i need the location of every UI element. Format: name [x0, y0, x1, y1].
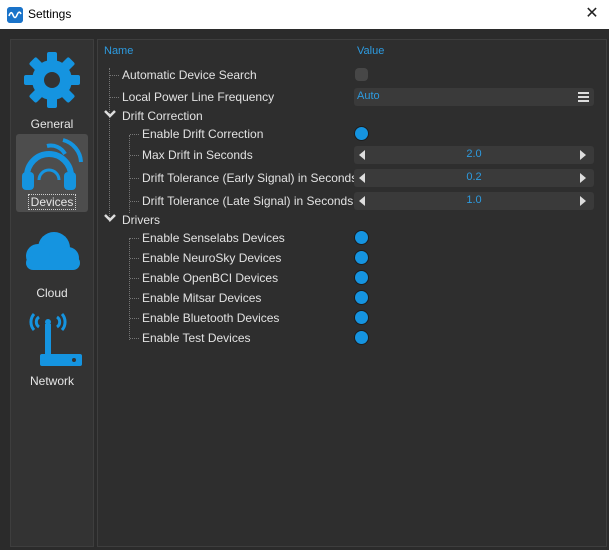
setting-label: Automatic Device Search	[122, 68, 257, 82]
setting-row-bluetooth[interactable]: Enable Bluetooth Devices	[98, 308, 606, 328]
setting-label: Enable Bluetooth Devices	[142, 311, 280, 325]
sidebar-item-cloud[interactable]: Cloud	[16, 226, 88, 306]
chevron-down-icon[interactable]	[103, 211, 117, 225]
tree-branch-line	[130, 318, 139, 319]
settings-content: General Devices Cloud Network Name Value…	[0, 29, 609, 550]
sidebar-item-network[interactable]: Network	[16, 310, 88, 394]
enable-neurosky-checkbox[interactable]	[355, 251, 368, 264]
settings-sidebar: General Devices Cloud Network	[10, 39, 94, 547]
setting-label: Local Power Line Frequency	[122, 90, 275, 104]
cloud-icon	[26, 232, 80, 270]
group-label: Drivers	[122, 213, 160, 227]
sidebar-item-devices[interactable]: Devices	[16, 134, 88, 212]
sidebar-item-label: General	[30, 117, 74, 131]
column-header-value[interactable]: Value	[357, 45, 384, 57]
setting-label: Enable Mitsar Devices	[142, 291, 262, 305]
close-icon: ✕	[585, 5, 599, 22]
settings-tree-panel: Name Value Automatic Device Search Local…	[97, 39, 607, 547]
window-title: Settings	[28, 7, 72, 21]
title-bar: Settings ✕	[0, 0, 609, 29]
setting-label: Enable NeuroSky Devices	[142, 251, 282, 265]
sidebar-item-general[interactable]: General	[16, 44, 88, 132]
setting-label: Enable Test Devices	[142, 331, 251, 345]
tree-branch-line	[130, 155, 139, 156]
group-row-drivers[interactable]: Drivers	[98, 210, 606, 230]
power-line-frequency-select[interactable]: Auto	[354, 88, 594, 106]
setting-row-neurosky[interactable]: Enable NeuroSky Devices	[98, 248, 606, 268]
setting-label: Enable Senselabs Devices	[142, 231, 285, 245]
tree-branch-line	[130, 201, 139, 202]
group-row-drift-correction[interactable]: Drift Correction	[98, 106, 606, 126]
increment-arrow-icon[interactable]	[580, 196, 586, 206]
setting-label: Drift Tolerance (Early Signal) in Second…	[142, 171, 358, 185]
drift-tolerance-early-spinbox[interactable]: 0.2	[354, 169, 594, 187]
setting-row-local-power-line-frequency[interactable]: Local Power Line Frequency Auto	[98, 87, 606, 107]
automatic-device-search-checkbox[interactable]	[355, 68, 368, 81]
setting-row-senselabs[interactable]: Enable Senselabs Devices	[98, 228, 606, 248]
antenna-icon	[29, 313, 82, 366]
enable-bluetooth-checkbox[interactable]	[355, 311, 368, 324]
tree-branch-line	[130, 178, 139, 179]
enable-mitsar-checkbox[interactable]	[355, 291, 368, 304]
chevron-down-icon[interactable]	[103, 107, 117, 121]
setting-row-enable-drift-correction[interactable]: Enable Drift Correction	[98, 124, 606, 144]
enable-senselabs-checkbox[interactable]	[355, 231, 368, 244]
sidebar-item-label: Network	[29, 374, 74, 388]
tree-branch-line	[130, 298, 139, 299]
setting-row-max-drift[interactable]: Max Drift in Seconds 2.0	[98, 145, 606, 165]
group-label: Drift Correction	[122, 109, 203, 123]
setting-label: Max Drift in Seconds	[142, 148, 253, 162]
setting-label: Enable OpenBCI Devices	[142, 271, 279, 285]
setting-row-drift-tolerance-early[interactable]: Drift Tolerance (Early Signal) in Second…	[98, 168, 606, 188]
max-drift-spinbox[interactable]: 2.0	[354, 146, 594, 164]
setting-row-openbci[interactable]: Enable OpenBCI Devices	[98, 268, 606, 288]
tree-branch-line	[130, 278, 139, 279]
close-button[interactable]: ✕	[579, 2, 605, 26]
setting-row-mitsar[interactable]: Enable Mitsar Devices	[98, 288, 606, 308]
tree-branch-line	[130, 258, 139, 259]
app-logo-icon	[7, 7, 23, 23]
tree-branch-line	[110, 97, 119, 98]
setting-row-test-devices[interactable]: Enable Test Devices	[98, 328, 606, 348]
setting-label: Drift Tolerance (Late Signal) in Seconds	[142, 194, 354, 208]
setting-row-drift-tolerance-late[interactable]: Drift Tolerance (Late Signal) in Seconds…	[98, 191, 606, 211]
column-header-name[interactable]: Name	[104, 45, 133, 57]
tree-branch-line	[130, 238, 139, 239]
enable-openbci-checkbox[interactable]	[355, 271, 368, 284]
increment-arrow-icon[interactable]	[580, 150, 586, 160]
tree-branch-line	[130, 134, 139, 135]
increment-arrow-icon[interactable]	[580, 173, 586, 183]
select-value: Auto	[357, 90, 380, 102]
drift-tolerance-late-spinbox[interactable]: 1.0	[354, 192, 594, 210]
enable-test-devices-checkbox[interactable]	[355, 331, 368, 344]
spinbox-value: 1.0	[466, 194, 482, 206]
headset-icon	[22, 138, 83, 190]
sidebar-item-label: Cloud	[36, 286, 68, 300]
spinbox-value: 2.0	[466, 148, 482, 160]
spinbox-value: 0.2	[466, 171, 482, 183]
tree-branch-line	[110, 75, 119, 76]
sidebar-item-label: Devices	[16, 194, 88, 210]
tree-branch-line	[130, 338, 139, 339]
setting-label: Enable Drift Correction	[142, 127, 264, 141]
setting-row-automatic-device-search[interactable]: Automatic Device Search	[98, 65, 606, 85]
enable-drift-correction-checkbox[interactable]	[355, 127, 368, 140]
menu-icon	[578, 92, 589, 102]
gear-icon	[24, 52, 80, 108]
